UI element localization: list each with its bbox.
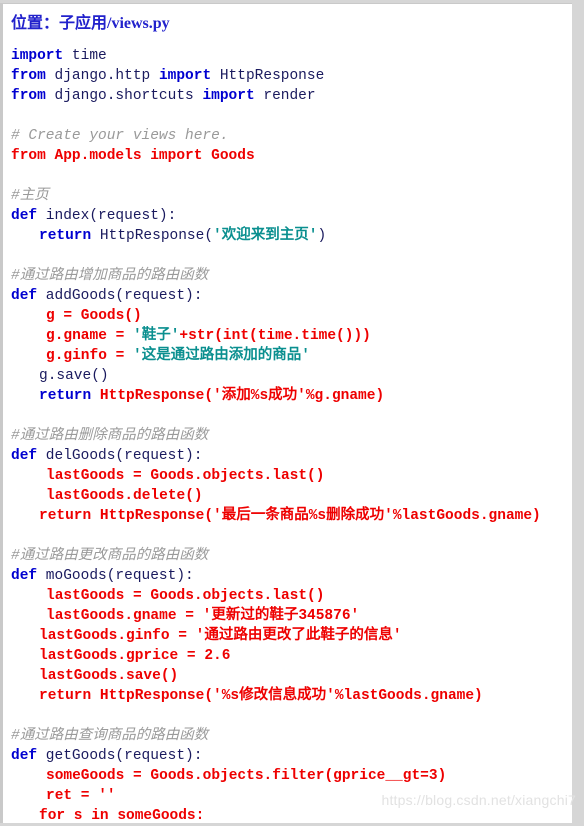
- code-line: def index(request):: [3, 206, 572, 226]
- code-token-red: lastGoods.delete(): [46, 488, 203, 504]
- code-token-name: addGoods(request):: [37, 288, 203, 304]
- code-line: lastGoods = Goods.objects.last(): [3, 586, 572, 606]
- code-line: g.ginfo = '这是通过路由添加的商品': [3, 346, 572, 366]
- code-token-kw: import: [158, 68, 212, 84]
- code-line: return HttpResponse('%s修改信息成功'%lastGoods…: [3, 686, 572, 706]
- page-title: 位置：子应用/views.py: [11, 15, 170, 32]
- code-token-cmt: #主页: [11, 188, 49, 204]
- code-token-kw: return: [39, 388, 92, 404]
- code-token-name: HttpResponse: [211, 68, 325, 84]
- code-line: g.save(): [3, 366, 572, 386]
- code-line: def addGoods(request):: [3, 286, 572, 306]
- code-line: # Create your views here.: [3, 126, 572, 146]
- code-token-kw: def: [11, 568, 38, 584]
- code-line: def getGoods(request):: [3, 746, 572, 766]
- code-token-name: ): [317, 228, 327, 244]
- code-token-cmt: #通过路由查询商品的路由函数: [11, 728, 209, 744]
- code-line: #通过路由删除商品的路由函数: [3, 426, 572, 446]
- code-token-kw: def: [11, 748, 38, 764]
- code-listing[interactable]: import time from django.http import HttpR…: [3, 46, 572, 823]
- code-line: #主页: [3, 186, 572, 206]
- code-token-red: g.gname =: [46, 328, 134, 344]
- code-token-red: someGoods = Goods.objects.filter(gprice_…: [46, 768, 447, 784]
- code-line: return HttpResponse('最后一条商品%s删除成功'%lastG…: [3, 506, 572, 526]
- code-token-kw: from: [11, 88, 46, 104]
- code-token-kw: from: [11, 68, 46, 84]
- code-line: from App.models import Goods: [3, 146, 572, 166]
- code-token-str: '欢迎来到主页': [213, 228, 318, 244]
- screenshot-root: 位置：子应用/views.py import time from django.h…: [0, 0, 584, 826]
- code-token-red: lastGoods.ginfo = '通过路由更改了此鞋子的信息': [39, 628, 402, 644]
- code-line: return HttpResponse('添加%s成功'%g.gname): [3, 386, 572, 406]
- code-line: lastGoods.gprice = 2.6: [3, 646, 572, 666]
- code-token-name: django.shortcuts: [45, 88, 203, 104]
- code-line: def delGoods(request):: [3, 446, 572, 466]
- code-token-str: '这是通过路由添加的商品': [133, 348, 310, 364]
- code-token-red: lastGoods = Goods.objects.last(): [46, 588, 325, 604]
- code-token-name: delGoods(request):: [37, 448, 203, 464]
- code-line: #通过路由更改商品的路由函数: [3, 546, 572, 566]
- code-line: def moGoods(request):: [3, 566, 572, 586]
- code-token-red: for s in someGoods:: [39, 808, 205, 823]
- code-token-red: g = Goods(): [46, 308, 142, 324]
- code-token-red: +str(int(time.time())): [179, 328, 371, 344]
- code-token-kw: import: [202, 88, 255, 104]
- code-token-cmt: #通过路由删除商品的路由函数: [11, 428, 209, 444]
- code-token-red: from App.models import Goods: [11, 148, 255, 164]
- code-token-red: ret = '': [46, 788, 116, 804]
- code-token-cmt: #通过路由增加商品的路由函数: [11, 268, 209, 284]
- code-token-red: g.ginfo =: [46, 348, 134, 364]
- code-line: #通过路由查询商品的路由函数: [3, 726, 572, 746]
- code-line: g = Goods(): [3, 306, 572, 326]
- code-token-red: lastGoods.gprice = 2.6: [39, 648, 231, 664]
- code-token-kw: return: [39, 228, 92, 244]
- code-token-red: return HttpResponse('最后一条商品%s删除成功'%lastG…: [39, 508, 541, 524]
- code-token-name: moGoods(request):: [37, 568, 194, 584]
- code-token-red: lastGoods.save(): [39, 668, 179, 684]
- code-token-cmt: #通过路由更改商品的路由函数: [11, 548, 209, 564]
- code-line: import time: [3, 46, 572, 66]
- code-line: from django.shortcuts import render: [3, 86, 572, 106]
- code-line: lastGoods.gname = '更新过的鞋子345876': [3, 606, 572, 626]
- code-token-name: [91, 388, 100, 404]
- code-token-kw: def: [11, 208, 38, 224]
- code-line: for s in someGoods:: [3, 806, 572, 823]
- code-token-kw: def: [11, 448, 38, 464]
- code-line: g.gname = '鞋子'+str(int(time.time())): [3, 326, 572, 346]
- code-line: from django.http import HttpResponse: [3, 66, 572, 86]
- code-token-name: HttpResponse(: [91, 228, 214, 244]
- code-line: someGoods = Goods.objects.filter(gprice_…: [3, 766, 572, 786]
- code-token-red: lastGoods.gname = '更新过的鞋子345876': [46, 608, 360, 624]
- code-line: #通过路由增加商品的路由函数: [3, 266, 572, 286]
- code-line: lastGoods = Goods.objects.last(): [3, 466, 572, 486]
- code-token-red: HttpResponse('添加%s成功'%g.gname): [99, 388, 385, 404]
- code-token-name: g.save(): [39, 368, 109, 384]
- code-token-name: index(request):: [37, 208, 177, 224]
- code-token-name: render: [254, 88, 316, 104]
- code-line: lastGoods.save(): [3, 666, 572, 686]
- code-token-name: django.http: [45, 68, 159, 84]
- code-token-red: return HttpResponse('%s修改信息成功'%lastGoods…: [39, 688, 483, 704]
- code-token-name: getGoods(request):: [37, 748, 203, 764]
- code-token-red: lastGoods = Goods.objects.last(): [46, 468, 325, 484]
- code-token-str: '鞋子': [133, 328, 180, 344]
- code-line: return HttpResponse('欢迎来到主页'): [3, 226, 572, 246]
- code-line: lastGoods.delete(): [3, 486, 572, 506]
- code-token-cmt: # Create your views here.: [11, 128, 229, 144]
- code-panel: 位置：子应用/views.py import time from django.h…: [0, 3, 572, 823]
- code-token-kw: def: [11, 288, 38, 304]
- watermark-text: https://blog.csdn.net/xiangchi7: [381, 792, 576, 808]
- code-token-kw: import: [11, 48, 64, 64]
- code-line: lastGoods.ginfo = '通过路由更改了此鞋子的信息': [3, 626, 572, 646]
- code-token-name: time: [63, 48, 107, 64]
